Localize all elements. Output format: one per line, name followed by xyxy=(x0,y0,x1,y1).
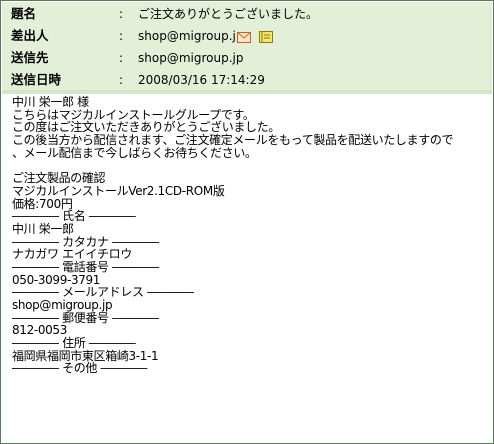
body-line: ―――― 電話番号 ―――― xyxy=(12,259,159,274)
body-line: ご注文製品の確認 xyxy=(12,171,106,186)
body-line: 、メール配信まで今しばらくお待ちください。 xyxy=(12,145,257,160)
body-line: ―――― 氏名 ―――― xyxy=(12,209,136,224)
subject-value: ご注文ありがとうございました。 xyxy=(138,7,319,21)
colon: : xyxy=(119,7,124,21)
sent-at-row: 送信日時 : 2008/03/16 17:14:29 xyxy=(2,71,492,89)
header-separator xyxy=(2,90,492,94)
body-line: 中川 栄一郎 xyxy=(12,221,74,236)
mail-body[interactable]: 中川 栄一郎 様こちらはマジカルインストールグループです。 この度はご注文いただき… xyxy=(12,96,490,375)
subject-row: 題名 : ご注文ありがとうございました。 xyxy=(2,5,492,23)
body-line: ―――― 住所 ―――― xyxy=(12,336,136,351)
sent-at-label: 送信日時 xyxy=(11,72,62,87)
sent-at-value: 2008/03/16 17:14:29 xyxy=(138,73,265,87)
colon: : xyxy=(119,73,124,87)
sender-row: 差出人 : shop@migroup.jp xyxy=(2,27,492,45)
subject-label: 題名 xyxy=(11,6,37,21)
body-line: マジカルインストールVer2.1CD-ROM版 xyxy=(12,183,225,198)
body-line: ―――― 郵便番号 ―――― xyxy=(12,310,159,325)
envelope-icon[interactable] xyxy=(237,30,251,48)
sender-address-link[interactable]: shop@migroup.jp xyxy=(138,27,243,45)
sender-label: 差出人 xyxy=(11,28,49,43)
body-line: shop@migroup.jp xyxy=(12,298,113,312)
body-line: この後当方から配信されます、ご注文確定メールをもって製品を配送いたしますので xyxy=(12,133,454,148)
recipient-address[interactable]: shop@migroup.jp xyxy=(138,49,243,67)
body-line: 中川 栄一郎 様 xyxy=(12,95,89,109)
recipient-row: 送信先 : shop@migroup.jp xyxy=(2,49,492,67)
mail-view-window: 題名 : ご注文ありがとうございました。 差出人 : shop@migroup.… xyxy=(0,0,494,444)
address-book-icon[interactable] xyxy=(258,30,273,48)
colon: : xyxy=(119,29,124,43)
recipient-label: 送信先 xyxy=(11,50,49,65)
body-line: ―――― その他 ―――― xyxy=(12,361,148,376)
colon: : xyxy=(119,51,124,65)
mail-header: 題名 : ご注文ありがとうございました。 差出人 : shop@migroup.… xyxy=(2,2,492,90)
sender-icons xyxy=(237,30,273,48)
